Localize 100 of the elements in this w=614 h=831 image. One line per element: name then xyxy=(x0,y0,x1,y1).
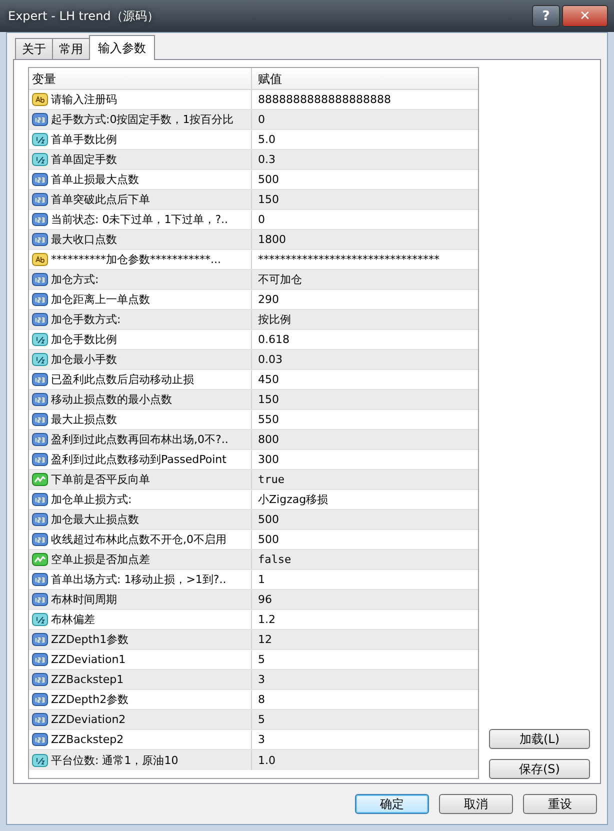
parameter-name: ZZBackstep2 xyxy=(51,734,124,745)
parameter-value[interactable]: 0 xyxy=(258,214,265,225)
parameter-value[interactable]: 不可加仓 xyxy=(258,274,302,285)
parameter-name: 最大止损点数 xyxy=(51,414,117,425)
integer-type-icon xyxy=(32,312,48,327)
parameter-value[interactable]: 450 xyxy=(258,374,279,385)
save-button[interactable]: 保存(S) xyxy=(489,759,590,779)
parameter-name: ZZDepth1参数 xyxy=(51,634,129,645)
parameter-value[interactable]: 12 xyxy=(258,634,272,645)
integer-type-icon xyxy=(32,492,48,507)
integer-type-icon xyxy=(32,692,48,707)
parameter-value[interactable]: 800 xyxy=(258,434,279,445)
integer-type-icon xyxy=(32,672,48,687)
parameter-value[interactable]: 按比例 xyxy=(258,314,291,325)
parameter-value[interactable]: 550 xyxy=(258,414,279,425)
integer-type-icon xyxy=(32,452,48,467)
parameter-value[interactable]: 96 xyxy=(258,594,272,605)
parameter-value[interactable]: 1800 xyxy=(258,234,286,245)
parameter-name: 布林时间周期 xyxy=(51,594,117,605)
parameter-name: 空单止损是否加点差 xyxy=(51,554,150,565)
parameter-value[interactable]: 0.3 xyxy=(258,154,276,165)
decimal-type-icon xyxy=(32,612,48,627)
parameter-value[interactable]: 1 xyxy=(258,574,265,585)
cancel-button[interactable]: 取消 xyxy=(439,794,513,814)
integer-type-icon xyxy=(32,732,48,747)
decimal-type-icon xyxy=(32,332,48,347)
parameter-value[interactable]: 8888888888888888888 xyxy=(258,94,391,105)
integer-type-icon xyxy=(32,512,48,527)
parameter-value[interactable]: ********************************* xyxy=(258,254,440,265)
integer-type-icon xyxy=(32,272,48,287)
parameter-name: 加仓方式: xyxy=(51,274,99,285)
tab[interactable]: 常用 xyxy=(52,38,90,59)
window-title: Expert - LH trend（源码） xyxy=(8,8,160,24)
integer-type-icon xyxy=(32,292,48,307)
integer-type-icon xyxy=(32,572,48,587)
column-header: 变量 xyxy=(29,68,252,89)
ok-button[interactable]: 确定 xyxy=(355,794,429,814)
parameter-value[interactable]: 1.2 xyxy=(258,614,276,625)
parameter-name: ZZDeviation1 xyxy=(51,654,126,665)
parameter-value[interactable]: 小Zigzag移损 xyxy=(258,494,328,505)
parameter-value[interactable]: 150 xyxy=(258,394,279,405)
integer-type-icon xyxy=(32,652,48,667)
parameter-name: 请输入注册码 xyxy=(51,94,117,105)
parameter-value[interactable]: 0.03 xyxy=(258,354,282,365)
parameter-value[interactable]: 150 xyxy=(258,194,279,205)
parameter-name: 首单出场方式: 1移动止损，>1到?.. xyxy=(51,574,226,585)
decimal-type-icon xyxy=(32,152,48,167)
parameter-value[interactable]: 500 xyxy=(258,514,279,525)
parameter-value[interactable]: 0 xyxy=(258,114,265,125)
parameter-name: 收线超过布林此点数不开仓,0不启用 xyxy=(51,534,226,545)
parameter-name: 首单止损最大点数 xyxy=(51,174,139,185)
decimal-type-icon xyxy=(32,352,48,367)
parameter-name: 加仓单止损方式: xyxy=(51,494,132,505)
parameter-value[interactable]: true xyxy=(258,474,284,485)
parameter-name: 加仓手数比例 xyxy=(51,334,117,345)
integer-type-icon xyxy=(32,592,48,607)
decimal-type-icon xyxy=(32,752,48,768)
load-button[interactable]: 加载(L) xyxy=(489,729,590,749)
help-button[interactable]: ? xyxy=(532,5,560,27)
integer-type-icon xyxy=(32,432,48,447)
parameter-name: 加仓最大止损点数 xyxy=(51,514,139,525)
integer-type-icon xyxy=(32,712,48,727)
parameter-value[interactable]: 500 xyxy=(258,534,279,545)
parameter-value[interactable]: 290 xyxy=(258,294,279,305)
parameter-value[interactable]: 300 xyxy=(258,454,279,465)
parameter-value[interactable]: 500 xyxy=(258,174,279,185)
parameter-value[interactable]: 1.0 xyxy=(258,754,276,766)
integer-type-icon xyxy=(32,212,48,227)
parameter-name: 首单固定手数 xyxy=(51,154,117,165)
tab[interactable]: 关于 xyxy=(15,38,53,59)
column-header: 赋值 xyxy=(257,70,283,88)
parameter-value[interactable]: 3 xyxy=(258,674,265,685)
parameter-name: 盈利到过此点数再回布林出场,0不?.. xyxy=(51,434,228,445)
parameter-value[interactable]: 5 xyxy=(258,714,265,725)
parameter-name: 最大收口点数 xyxy=(51,234,117,245)
boolean-type-icon xyxy=(32,472,48,487)
boolean-type-icon xyxy=(32,552,48,567)
integer-type-icon xyxy=(32,232,48,247)
tab[interactable]: 输入参数 xyxy=(89,35,155,60)
parameter-value[interactable]: 5.0 xyxy=(258,134,276,145)
parameter-name: 平台位数: 通常1，原油10 xyxy=(51,754,178,766)
parameter-name: ZZBackstep1 xyxy=(51,674,124,685)
parameter-name: 已盈利此点数后启动移动止损 xyxy=(51,374,194,385)
parameter-name: 加仓距离上一单点数 xyxy=(51,294,150,305)
parameter-name: 首单手数比例 xyxy=(51,134,117,145)
reset-button[interactable]: 重设 xyxy=(523,794,597,814)
parameter-name: **********加仓参数***********... xyxy=(51,254,221,265)
integer-type-icon xyxy=(32,412,48,427)
parameter-name: 盈利到过此点数移动到PassedPoint xyxy=(51,454,226,465)
integer-type-icon xyxy=(32,192,48,207)
parameter-name: 首单突破此点后下单 xyxy=(51,194,150,205)
parameter-value[interactable]: 8 xyxy=(258,694,265,705)
parameter-name: 加仓手数方式: xyxy=(51,314,121,325)
parameter-value[interactable]: 0.618 xyxy=(258,334,290,345)
parameter-name: 下单前是否平反向单 xyxy=(51,474,150,485)
text-type-icon xyxy=(32,92,48,107)
parameter-value[interactable]: 3 xyxy=(258,734,265,745)
parameter-value[interactable]: 5 xyxy=(258,654,265,665)
integer-type-icon xyxy=(32,532,48,547)
parameter-value[interactable]: false xyxy=(258,554,292,565)
